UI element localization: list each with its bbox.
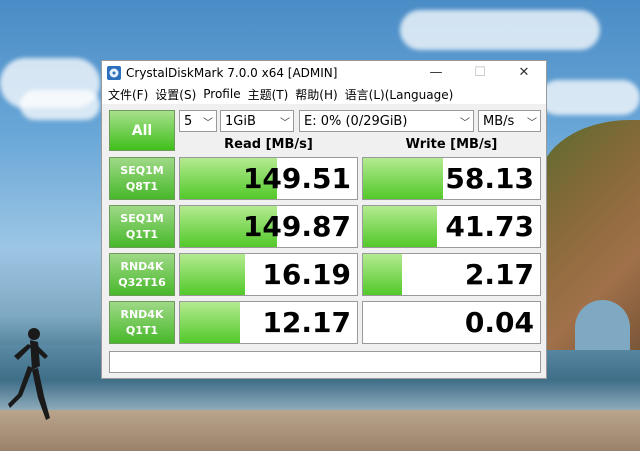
menu-theme[interactable]: 主题(T) (245, 86, 293, 103)
test-label-line1: RND4K (120, 307, 164, 321)
read-result-value: 149.87 (242, 210, 351, 243)
test-button-seq1m-q8t1[interactable]: SEQ1M Q8T1 (109, 157, 175, 200)
write-result-cell: 2.17 (362, 253, 541, 296)
menu-settings[interactable]: 设置(S) (152, 86, 200, 103)
test-label-line1: SEQ1M (120, 211, 164, 225)
run-all-button[interactable]: All (109, 110, 175, 151)
chevron-down-icon: ﹀ (527, 118, 537, 129)
drive-select[interactable]: E: 0% (0/29GiB) ﹀ (299, 110, 474, 132)
test-button-rnd4k-q1t1[interactable]: RND4K Q1T1 (109, 301, 175, 344)
unit-value: MB/s (483, 113, 515, 129)
window-title: CrystalDiskMark 7.0.0 x64 [ADMIN] (126, 65, 338, 80)
write-result-value: 58.13 (445, 162, 534, 195)
test-label-line1: RND4K (120, 259, 164, 273)
write-result-cell: 58.13 (362, 157, 541, 200)
test-button-seq1m-q1t1[interactable]: SEQ1M Q1T1 (109, 205, 175, 248)
test-count-select[interactable]: 5 ﹀ (179, 110, 217, 132)
menu-language[interactable]: 语言(L)(Language) (342, 86, 458, 103)
menu-profile[interactable]: Profile (200, 87, 244, 101)
unit-select[interactable]: MB/s ﹀ (478, 110, 541, 132)
cloud-shape (400, 10, 600, 50)
test-label-line2: Q1T1 (125, 323, 159, 337)
cloud-shape (540, 80, 640, 115)
write-result-value: 41.73 (445, 210, 534, 243)
chevron-down-icon: ﹀ (460, 118, 470, 129)
write-result-bar (363, 158, 443, 199)
write-result-value: 2.17 (464, 258, 534, 291)
menu-bar: 文件(F) 设置(S) Profile 主题(T) 帮助(H) 语言(L)(La… (102, 84, 546, 104)
drive-value: E: 0% (0/29GiB) (304, 113, 408, 129)
test-label-line2: Q32T16 (118, 275, 166, 289)
chevron-down-icon: ﹀ (280, 118, 290, 129)
crystaldiskmark-app-icon (107, 65, 121, 80)
write-result-bar (363, 206, 438, 247)
menu-help[interactable]: 帮助(H) (292, 86, 341, 103)
read-result-value: 12.17 (262, 306, 351, 339)
runner-silhouette (8, 328, 50, 420)
close-icon: ✕ (518, 65, 530, 80)
read-result-cell: 149.87 (179, 205, 358, 248)
test-label-line2: Q8T1 (125, 179, 159, 193)
write-result-value: 0.04 (464, 306, 534, 339)
test-size-select[interactable]: 1GiB ﹀ (220, 110, 294, 132)
benchmark-panel: All 5 ﹀ 1GiB ﹀ E: 0% (0/29GiB) ﹀ MB/s ﹀ … (102, 105, 546, 378)
test-label-line2: Q1T1 (125, 227, 159, 241)
cloud-shape (20, 90, 100, 120)
read-result-value: 149.51 (242, 162, 351, 195)
test-size-value: 1GiB (225, 113, 256, 129)
minimize-button[interactable]: — (414, 61, 458, 84)
menu-file[interactable]: 文件(F) (105, 86, 152, 103)
write-result-bar (363, 254, 402, 295)
test-count-value: 5 (184, 113, 193, 129)
test-label-line1: SEQ1M (120, 163, 164, 177)
read-result-bar (180, 254, 246, 295)
comment-field[interactable] (109, 351, 541, 373)
write-column-header: Write [MB/s] (405, 137, 498, 152)
write-result-cell: 41.73 (362, 205, 541, 248)
read-result-cell: 149.51 (179, 157, 358, 200)
test-button-rnd4k-q32t16[interactable]: RND4K Q32T16 (109, 253, 175, 296)
close-button[interactable]: ✕ (502, 61, 546, 84)
write-result-cell: 0.04 (362, 301, 541, 344)
read-column-header: Read [MB/s] (224, 137, 313, 152)
maximize-icon: ☐ (474, 65, 486, 80)
beach-background (0, 410, 640, 451)
read-result-bar (180, 302, 241, 343)
maximize-button[interactable]: ☐ (458, 61, 502, 84)
minimize-icon: — (429, 65, 443, 80)
title-bar[interactable]: CrystalDiskMark 7.0.0 x64 [ADMIN] — ☐ ✕ (102, 61, 546, 84)
rock-arch-background (575, 300, 630, 350)
crystaldiskmark-window: CrystalDiskMark 7.0.0 x64 [ADMIN] — ☐ ✕ … (101, 60, 547, 379)
read-result-cell: 16.19 (179, 253, 358, 296)
chevron-down-icon: ﹀ (203, 118, 213, 129)
read-result-cell: 12.17 (179, 301, 358, 344)
read-result-value: 16.19 (262, 258, 351, 291)
